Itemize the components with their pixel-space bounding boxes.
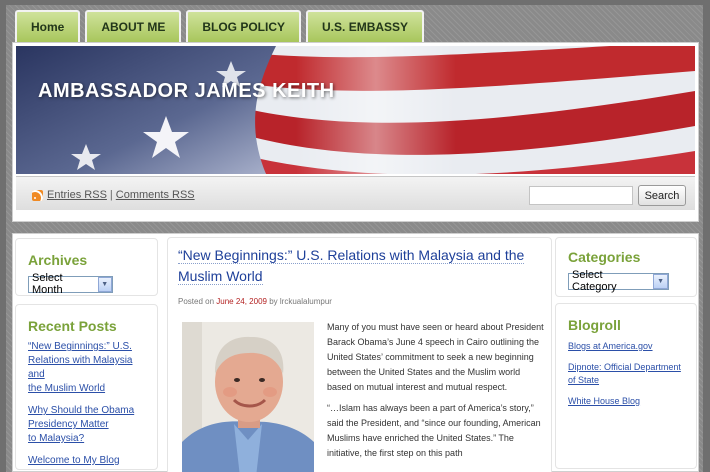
post-paragraph-2: “…Islam has always been a part of Americ… xyxy=(327,403,541,458)
flag-banner-image xyxy=(16,46,695,174)
right-sidebar: Categories Select Category ▼ Blogroll Bl… xyxy=(555,237,697,472)
post-article: “New Beginnings:” U.S. Relations with Ma… xyxy=(167,237,552,472)
post-title[interactable]: “New Beginnings:” U.S. Relations with Ma… xyxy=(178,245,533,287)
recent-post-line: Presidency Matter xyxy=(28,419,109,430)
by-label: by xyxy=(269,297,278,306)
main-nav: Home ABOUT ME BLOG POLICY U.S. EMBASSY xyxy=(15,10,425,42)
comments-rss-link[interactable]: Comments RSS xyxy=(116,189,195,201)
left-sidebar: Archives Select Month ▼ Recent Posts “Ne… xyxy=(15,238,158,472)
site-title: AMBASSADOR JAMES KEITH xyxy=(38,80,335,102)
recent-post-welcome[interactable]: Welcome to My Blog xyxy=(28,454,145,468)
search-button[interactable]: Search xyxy=(638,185,686,206)
blogroll-link-line: White House Blog xyxy=(568,396,641,406)
recent-post-obama-presidency[interactable]: Why Should the Obama Presidency Matter t… xyxy=(28,404,145,446)
archives-title: Archives xyxy=(28,252,88,268)
flag-banner: AMBASSADOR JAMES KEITH xyxy=(16,46,695,174)
categories-select[interactable]: Select Category ▼ xyxy=(568,269,669,293)
blogroll-link-line: Blogs at America.gov xyxy=(568,341,653,351)
ambassador-photo xyxy=(182,322,314,472)
recent-post-new-beginnings[interactable]: “New Beginnings:” U.S. Relations with Ma… xyxy=(28,340,145,396)
recent-posts-widget: Recent Posts “New Beginnings:” U.S. Rela… xyxy=(15,304,158,470)
tab-us-embassy[interactable]: U.S. EMBASSY xyxy=(306,10,425,42)
posted-on-label: Posted on xyxy=(178,297,215,306)
blogroll-title: Blogroll xyxy=(568,317,621,333)
recent-post-line: Why Should the Obama xyxy=(28,405,135,416)
archives-select[interactable]: Select Month ▼ xyxy=(28,272,113,296)
post-paragraph-1: Many of you must have seen or heard abou… xyxy=(327,322,544,392)
entries-rss-link[interactable]: Entries RSS xyxy=(47,189,107,201)
feed-bar: Entries RSS | Comments RSS Search xyxy=(16,176,695,210)
categories-select-value: Select Category xyxy=(572,269,617,293)
blogroll-widget: Blogroll Blogs at America.gov Dipnote: O… xyxy=(555,303,697,469)
recent-posts-title: Recent Posts xyxy=(28,318,117,334)
rss-icon xyxy=(32,189,43,201)
archives-select-value: Select Month xyxy=(32,272,63,296)
post-author[interactable]: lrckualalumpur xyxy=(280,297,332,306)
recent-post-line: to Malaysia? xyxy=(28,433,85,444)
recent-post-line: the Muslim World xyxy=(28,383,106,394)
header: AMBASSADOR JAMES KEITH Entries RSS | Com… xyxy=(12,42,699,222)
archives-widget: Archives Select Month ▼ xyxy=(15,238,158,296)
post-meta: Posted on June 24, 2009 by lrckualalumpu… xyxy=(178,297,332,306)
recent-post-line: Welcome to My Blog xyxy=(28,455,120,466)
categories-widget: Categories Select Category ▼ xyxy=(555,237,697,297)
ambassador-portrait-image xyxy=(182,322,314,472)
tab-blog-policy[interactable]: BLOG POLICY xyxy=(186,10,302,42)
chevron-down-icon: ▼ xyxy=(97,276,112,292)
post-body: Many of you must have seen or heard abou… xyxy=(327,320,545,467)
post-title-line-2: Muslim World xyxy=(178,268,263,285)
feed-separator: | xyxy=(109,189,113,201)
blogroll-link-dipnote[interactable]: Dipnote: Official Department of State xyxy=(568,361,684,387)
feed-links: Entries RSS | Comments RSS xyxy=(32,189,195,201)
tab-home[interactable]: Home xyxy=(15,10,81,42)
blogroll-link-line: Dipnote: Official Department xyxy=(568,362,681,372)
post-title-line-1: “New Beginnings:” U.S. Relations with Ma… xyxy=(178,247,525,264)
search-input[interactable] xyxy=(529,186,633,205)
blogroll-link-white-house[interactable]: White House Blog xyxy=(568,395,684,408)
blogroll-link-america-gov[interactable]: Blogs at America.gov xyxy=(568,340,684,353)
post-date[interactable]: June 24, 2009 xyxy=(216,297,267,306)
recent-post-line: Relations with Malaysia and xyxy=(28,355,133,380)
tab-about-me[interactable]: ABOUT ME xyxy=(85,10,182,42)
blogroll-link-line: of State xyxy=(568,375,600,385)
recent-post-line: “New Beginnings:” U.S. xyxy=(28,341,132,352)
content-area: Archives Select Month ▼ Recent Posts “Ne… xyxy=(12,233,699,472)
chevron-down-icon: ▼ xyxy=(653,273,668,289)
categories-title: Categories xyxy=(568,249,641,265)
